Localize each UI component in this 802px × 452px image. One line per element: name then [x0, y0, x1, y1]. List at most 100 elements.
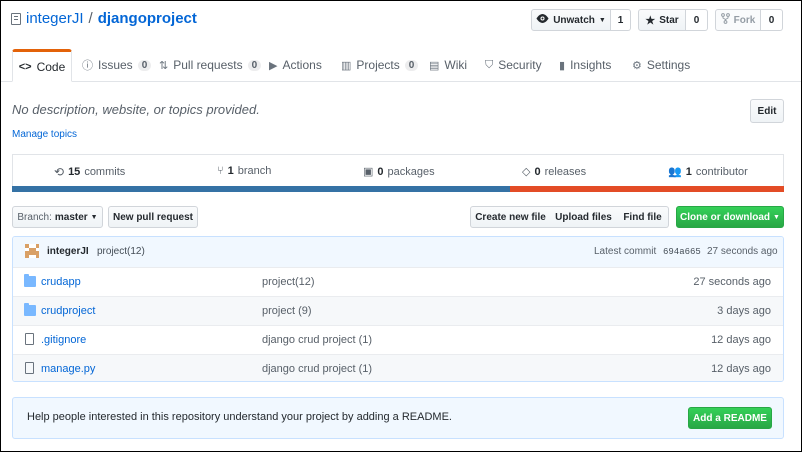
branches-link[interactable]: ⑂ 1 branch: [217, 165, 271, 177]
releases-count: 0: [534, 165, 541, 178]
avatar[interactable]: [25, 244, 39, 258]
tab-issues[interactable]: ⓘ Issues 0: [82, 49, 152, 81]
packages-label: packages: [387, 165, 435, 178]
tab-code[interactable]: <> Code: [12, 49, 72, 82]
tab-pull-requests[interactable]: ⇅ Pull requests 0: [159, 49, 262, 81]
tab-insights[interactable]: ▮ Insights: [559, 49, 611, 81]
package-icon: ▣: [363, 166, 374, 178]
file-name-link[interactable]: crudapp: [41, 276, 81, 288]
branch-icon: ⑂: [217, 165, 224, 177]
unwatch-button[interactable]: Unwatch ▼: [531, 9, 611, 31]
chevron-down-icon: ▼: [773, 213, 780, 221]
folder-icon: [24, 274, 36, 287]
tab-settings[interactable]: ⚙ Settings: [632, 49, 690, 81]
watch-count[interactable]: 1: [611, 9, 631, 31]
commit-age: 27 seconds ago: [707, 246, 778, 257]
branches-label: branch: [237, 165, 272, 177]
commit-author[interactable]: integerJI: [47, 246, 89, 257]
file-age: 12 days ago: [711, 334, 771, 346]
project-icon: ▥: [341, 59, 352, 72]
pull-request-icon: ⇅: [159, 59, 169, 72]
table-row: .gitignore django crud project (1) 12 da…: [13, 325, 783, 354]
file-name-link[interactable]: .gitignore: [41, 334, 86, 346]
eye-icon: [536, 14, 549, 26]
book-icon: ▤: [429, 59, 440, 72]
fork-icon: [720, 13, 730, 27]
chevron-down-icon: ▼: [90, 213, 98, 221]
table-row: crudapp project(12) 27 seconds ago: [13, 267, 783, 296]
repo-separator: /: [88, 10, 93, 27]
releases-label: releases: [544, 165, 587, 178]
code-icon: <>: [18, 60, 32, 73]
unwatch-label: Unwatch: [553, 14, 595, 26]
fork-count[interactable]: 0: [761, 9, 783, 31]
new-pull-request-button[interactable]: New pull request: [108, 206, 198, 228]
repo-owner-link[interactable]: integerJI: [26, 10, 84, 27]
file-name-link[interactable]: crudproject: [41, 305, 95, 317]
language-bar[interactable]: [12, 186, 784, 192]
file-commit-message[interactable]: project(12): [262, 276, 315, 288]
find-file-button[interactable]: Find file: [617, 206, 669, 228]
packages-link[interactable]: ▣ 0 packages: [363, 165, 435, 179]
edit-description-button[interactable]: Edit: [750, 99, 784, 123]
star-count[interactable]: 0: [686, 9, 708, 31]
packages-count: 0: [377, 165, 384, 178]
file-commit-message[interactable]: django crud project (1): [262, 363, 372, 375]
tab-code-label: Code: [36, 59, 66, 74]
folder-icon: [24, 303, 36, 316]
upload-files-button[interactable]: Upload files: [550, 206, 618, 228]
gear-icon: ⚙: [632, 59, 642, 72]
tab-pull-requests-label: Pull requests: [173, 58, 243, 72]
commits-link[interactable]: ⟲ 15 commits: [54, 165, 125, 179]
commit-sha[interactable]: 694a665: [663, 247, 701, 257]
tab-wiki-label: Wiki: [444, 58, 468, 72]
add-readme-button[interactable]: Add a README: [688, 407, 772, 429]
branch-select[interactable]: Branch: master ▼: [12, 206, 103, 228]
create-new-file-button[interactable]: Create new file: [470, 206, 551, 228]
releases-link[interactable]: ◇ 0 releases: [522, 165, 587, 179]
repo-description: No description, website, or topics provi…: [12, 102, 260, 117]
file-name-link[interactable]: manage.py: [41, 363, 95, 375]
people-icon: 👥: [668, 166, 682, 178]
fork-button[interactable]: Fork: [715, 9, 761, 31]
issue-icon: ⓘ: [82, 60, 93, 72]
repo-nav: <> Code ⓘ Issues 0 ⇅ Pull requests 0 ▶ A…: [1, 49, 801, 82]
star-button[interactable]: ★ Star: [638, 9, 686, 31]
repo-title: integerJI / djangoproject: [11, 10, 197, 27]
contributors-count: 1: [685, 165, 692, 178]
latest-commit-prefix: Latest commit: [594, 246, 657, 257]
fork-label: Fork: [733, 14, 756, 26]
language-segment-html: [509, 186, 784, 192]
tab-insights-label: Insights: [570, 58, 612, 72]
star-icon: ★: [645, 14, 656, 27]
file-table: integerJI project(12) Latest commit 694a…: [12, 236, 784, 382]
commits-label: commits: [84, 166, 126, 178]
tab-issues-label: Issues: [98, 58, 133, 72]
language-segment-python: [12, 186, 510, 192]
file-age: 27 seconds ago: [693, 276, 771, 288]
tag-icon: ◇: [522, 166, 531, 178]
tab-settings-label: Settings: [646, 58, 691, 72]
clone-or-download-button[interactable]: Clone or download ▼: [676, 206, 784, 228]
table-row: crudproject project (9) 3 days ago: [13, 296, 783, 325]
file-age: 12 days ago: [711, 363, 771, 375]
repo-name-link[interactable]: djangoproject: [98, 10, 197, 27]
tab-projects[interactable]: ▥ Projects 0: [341, 49, 419, 81]
readme-prompt: Help people interested in this repositor…: [12, 397, 784, 439]
shield-icon: ⛉: [485, 58, 494, 71]
file-commit-message[interactable]: django crud project (1): [262, 334, 372, 346]
branches-count: 1: [227, 165, 234, 177]
tab-security-label: Security: [498, 58, 542, 72]
readme-prompt-text: Help people interested in this repositor…: [27, 411, 452, 423]
tab-security[interactable]: ⛉ Security: [485, 49, 542, 81]
tab-wiki[interactable]: ▤ Wiki: [429, 49, 467, 81]
commit-message[interactable]: project(12): [97, 246, 145, 257]
tab-pull-requests-count: 0: [247, 59, 262, 71]
star-label: Star: [659, 14, 679, 26]
history-icon: ⟲: [54, 165, 65, 179]
play-icon: ▶: [269, 59, 278, 72]
file-commit-message[interactable]: project (9): [262, 305, 312, 317]
tab-actions[interactable]: ▶ Actions: [269, 49, 322, 81]
contributors-link[interactable]: 👥 1 contributor: [668, 165, 748, 179]
manage-topics-link[interactable]: Manage topics: [12, 129, 77, 140]
